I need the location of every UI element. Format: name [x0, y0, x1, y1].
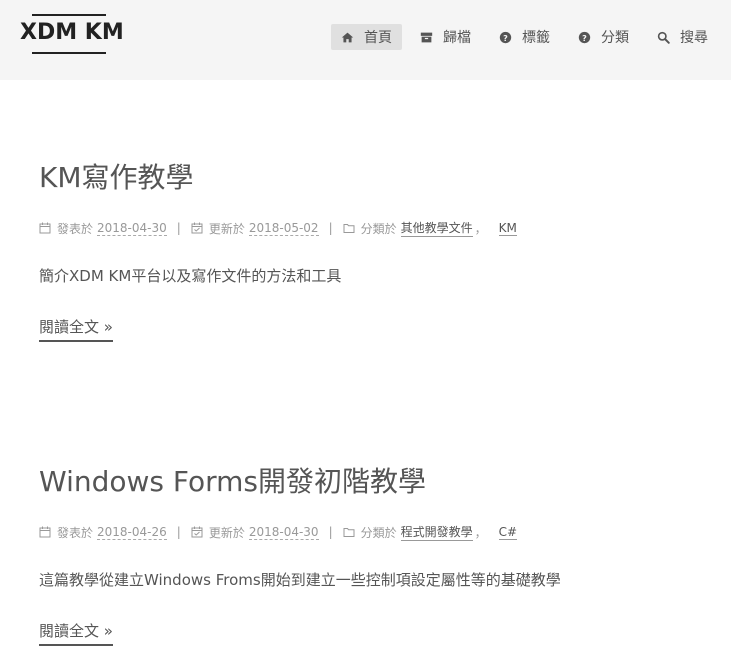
nav-label: 歸檔 — [443, 30, 471, 46]
folder-icon — [343, 526, 355, 538]
svg-text:?: ? — [503, 32, 508, 42]
post-meta: 發表於 2018-04-30 | 更新於 2018-05-02 | 分類於 其他… — [39, 219, 517, 237]
category-label: 分類於 — [360, 221, 397, 236]
folder-icon — [343, 222, 355, 234]
calendar-check-icon — [191, 222, 203, 234]
home-icon — [341, 31, 354, 44]
updated-date: 2018-04-30 — [248, 524, 319, 540]
search-icon — [657, 31, 670, 44]
site-title[interactable]: XDM KM — [20, 20, 124, 45]
nav-item-archive[interactable]: 歸檔 — [410, 24, 481, 50]
post-description: 這篇教學從建立Windows Froms開始到建立一些控制項設定屬性等的基礎教學 — [39, 571, 561, 589]
nav-label: 標籤 — [522, 30, 550, 46]
site-header: XDM KM 首頁 歸檔 ? 標籤 ? 分類 搜尋 — [0, 0, 731, 80]
read-more-link[interactable]: 閱讀全文 » — [39, 620, 113, 646]
read-more-link[interactable]: 閱讀全文 » — [39, 316, 113, 342]
category-link[interactable]: C# — [498, 525, 518, 540]
posted-label: 發表於 — [57, 525, 94, 540]
question-circle-icon: ? — [578, 31, 591, 44]
nav-label: 搜尋 — [680, 30, 708, 46]
posted-date: 2018-04-30 — [97, 220, 167, 236]
meta-separator: | — [176, 525, 181, 539]
post-meta: 發表於 2018-04-26 | 更新於 2018-04-30 | 分類於 程式… — [39, 523, 518, 541]
category-comma: ， — [474, 221, 487, 236]
updated-label: 更新於 — [208, 221, 245, 236]
post-title-link[interactable]: Windows Forms開發初階教學 — [39, 460, 426, 500]
calendar-icon — [39, 526, 51, 538]
updated-label: 更新於 — [208, 525, 245, 540]
calendar-icon — [39, 222, 51, 234]
meta-separator: | — [328, 221, 333, 235]
nav-item-home[interactable]: 首頁 — [331, 24, 402, 50]
posted-label: 發表於 — [57, 221, 94, 236]
svg-text:?: ? — [582, 32, 587, 42]
nav-label: 首頁 — [364, 30, 392, 46]
calendar-check-icon — [191, 526, 203, 538]
category-link[interactable]: 程式開發教學 — [400, 523, 473, 541]
main-nav: 首頁 歸檔 ? 標籤 ? 分類 搜尋 — [323, 24, 718, 50]
posted-date: 2018-04-26 — [97, 524, 167, 540]
category-link[interactable]: 其他教學文件 — [400, 219, 473, 237]
archive-icon — [420, 31, 433, 44]
nav-label: 分類 — [601, 30, 629, 46]
question-circle-icon: ? — [499, 31, 512, 44]
category-label: 分類於 — [360, 525, 397, 540]
nav-item-search[interactable]: 搜尋 — [647, 24, 718, 50]
nav-item-categories[interactable]: ? 分類 — [568, 24, 639, 50]
category-link[interactable]: KM — [498, 221, 517, 236]
nav-item-tags[interactable]: ? 標籤 — [489, 24, 560, 50]
post-title-link[interactable]: KM寫作教學 — [39, 156, 194, 196]
brand-bottom-rule — [32, 52, 106, 54]
meta-separator: | — [328, 525, 333, 539]
post-description: 簡介XDM KM平台以及寫作文件的方法和工具 — [39, 267, 342, 285]
category-comma: ， — [474, 525, 487, 540]
updated-date: 2018-05-02 — [248, 220, 319, 236]
brand-top-rule — [32, 14, 106, 16]
meta-separator: | — [176, 221, 181, 235]
